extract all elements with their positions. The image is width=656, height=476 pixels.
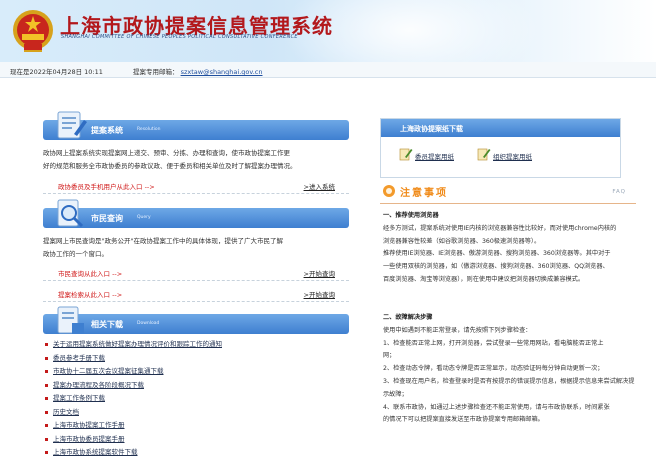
citizen-query-link[interactable]: >开始查询 <box>304 268 335 278</box>
section1-line: 推荐使用IE浏览器、IE浏览器、傲游浏览器、搜狗浏览器、360浏览器等。其中对于 <box>383 250 611 258</box>
proposal-paper-download-box: 上海政协提案纸下载 委员提案用纸 组织提案用纸 <box>380 118 621 178</box>
site-subtitle: SHANGHAI COMMITTEE OF CHINESE PEOPLES PO… <box>61 34 298 40</box>
current-date: 现在是2022年04月28日 10:11 <box>10 68 103 76</box>
section2-line: 4、联系市政协，如通过上述步骤检查还不能正常使用，请与市政协联系，时间紧张 <box>383 403 610 411</box>
citizen-query-label[interactable]: 市民查询从此入口 --> <box>58 268 122 278</box>
proposal-system-title-en: Resolution <box>137 127 161 132</box>
public-query-title: 市民查询 <box>91 214 123 223</box>
magnifier-document-icon <box>57 199 84 228</box>
section2-line: 使用中如遇到不能正常登录，请先按照下列步骤检查： <box>383 326 532 334</box>
section2-line: 2、检查动态令牌，看动态令牌是否正常显示，动态验证码每分钟自动更新一次； <box>383 365 604 373</box>
download-item[interactable]: 提案工作条例下载 <box>43 392 349 406</box>
proposal-desc-line1: 政协网上提案系统实现提案网上递交、预审、分拣、办理和查询，使市政协提案工作更 <box>43 149 290 157</box>
enter-system-link[interactable]: >进入系统 <box>304 181 335 191</box>
section1-line: 经多方测试，提案系统对使用IE内核的浏览器兼容性比较好，而对使用chrome内核… <box>383 224 617 232</box>
cppcc-emblem-icon <box>13 10 53 52</box>
download-item[interactable]: 委员参考手册下载 <box>43 352 349 366</box>
downloads-title-en: Download <box>137 321 160 326</box>
download-item[interactable]: 上海市政协系统提案软件下载 <box>43 446 349 460</box>
query-desc-line1: 提案网上市民查询是"政务公开"在政协提案工作中的具体体现，提供了广大市民了解 <box>43 237 283 245</box>
pen-icon <box>477 148 491 161</box>
proposal-search-row: 提案检索从此入口 --> >开始查询 <box>43 284 349 302</box>
proposal-system-title: 提案系统 <box>91 126 123 135</box>
section1-line: 一些使用双核的浏览器，如（傲游浏览器、搜狗浏览器、360浏览器、QQ浏览器、 <box>383 263 609 271</box>
proposal-system-description: 政协网上提案系统实现提案网上递交、预审、分拣、办理和查询，使市政协提案工作更 好… <box>43 147 343 173</box>
site-header: 上海市政协提案信息管理系统 SHANGHAI COMMITTEE OF CHIN… <box>0 0 656 62</box>
public-query-title-en: Query <box>137 215 151 220</box>
downloads-header: 相关下载 Download <box>43 314 349 334</box>
section1-title: 一、推荐使用浏览器 <box>383 212 439 219</box>
faq-label: FAQ <box>612 189 626 195</box>
member-proposal-paper-link[interactable]: 委员提案用纸 <box>415 151 454 161</box>
section2-title: 二、故障解决步骤 <box>383 314 433 321</box>
public-query-header: 市民查询 Query <box>43 208 349 228</box>
proposal-search-label[interactable]: 提案检索从此入口 --> <box>58 289 122 299</box>
troubleshooting-steps: 二、故障解决步骤 使用中如遇到不能正常登录，请先按照下列步骤检查： 1、检查能否… <box>383 312 638 427</box>
section2-line: 1、检查能否正常上网，打开浏览器，尝试登录一些常用网站，看电脑能否正常上 <box>383 339 604 347</box>
downloads-title: 相关下载 <box>91 320 123 329</box>
email-link[interactable]: szxtaw@shanghai.gov.cn <box>181 68 263 76</box>
download-folder-icon <box>57 306 84 334</box>
citizen-query-row: 市民查询从此入口 --> >开始查询 <box>43 263 349 281</box>
notice-title: 注意事项 <box>400 188 448 199</box>
notice-header: 注意事项 FAQ <box>380 182 636 204</box>
section2-line: 网； <box>383 352 396 360</box>
download-list: 关于运用提案系统做好提案办理情况评价和跟踪工作的通知 委员参考手册下载 市政协十… <box>43 338 349 460</box>
document-pen-icon <box>57 111 87 139</box>
notice-icon <box>383 185 395 197</box>
public-query-description: 提案网上市民查询是"政务公开"在政协提案工作中的具体体现，提供了广大市民了解 政… <box>43 235 343 261</box>
proposal-system-header: 提案系统 Resolution <box>43 120 349 140</box>
section1-line: 百度浏览器、淘宝等浏览器），则在使用中建议把浏览器切换成兼容模式。 <box>383 275 585 283</box>
download-item[interactable]: 市政协十二届五次会议提案征集通下载 <box>43 365 349 379</box>
section1-line: 浏览器兼容性较差（如谷歌浏览器、360极速浏览器等）。 <box>383 237 541 245</box>
info-bar: 现在是2022年04月28日 10:11 提案专用邮箱： szxtaw@shan… <box>0 62 656 78</box>
query-desc-line2: 政协工作的一个窗口。 <box>43 250 108 258</box>
proposal-search-link[interactable]: >开始查询 <box>304 289 335 299</box>
email-label: 提案专用邮箱： <box>133 68 179 76</box>
browser-recommendation: 一、推荐使用浏览器 经多方测试，提案系统对使用IE内核的浏览器兼容性比较好，而对… <box>383 210 638 287</box>
section2-line: 的情况下可以把提案直接发送至市政协提案专用邮箱邮箱。 <box>383 416 544 424</box>
download-item[interactable]: 提案办理流程及各阶段概况下载 <box>43 379 349 393</box>
download-item[interactable]: 历史文档 <box>43 406 349 420</box>
download-item[interactable]: 上海市政协提案工作手册 <box>43 419 349 433</box>
section2-line: 3、检查现在用户名，检查登录时是否有按提示的错误提示信息，根据提示信息来尝试解决… <box>383 377 635 398</box>
email-info: 提案专用邮箱： szxtaw@shanghai.gov.cn <box>133 66 263 76</box>
proposal-paper-download-title: 上海政协提案纸下载 <box>400 125 463 133</box>
download-item[interactable]: 关于运用提案系统做好提案办理情况评价和跟踪工作的通知 <box>43 338 349 352</box>
member-entry-row: 政协委员及手机用户从此入口 --> >进入系统 <box>43 176 349 194</box>
member-entry-label[interactable]: 政协委员及手机用户从此入口 --> <box>58 181 155 191</box>
organization-proposal-paper-link[interactable]: 组织提案用纸 <box>493 151 532 161</box>
pen-icon <box>399 148 413 161</box>
proposal-paper-download-header: 上海政协提案纸下载 <box>381 119 620 137</box>
download-item[interactable]: 上海市政协委员提案手册 <box>43 433 349 447</box>
proposal-desc-line2: 好的规范和服务全市政协委员的参政议政、便于委员和相关单位及时了解提案办理情况。 <box>43 162 297 170</box>
